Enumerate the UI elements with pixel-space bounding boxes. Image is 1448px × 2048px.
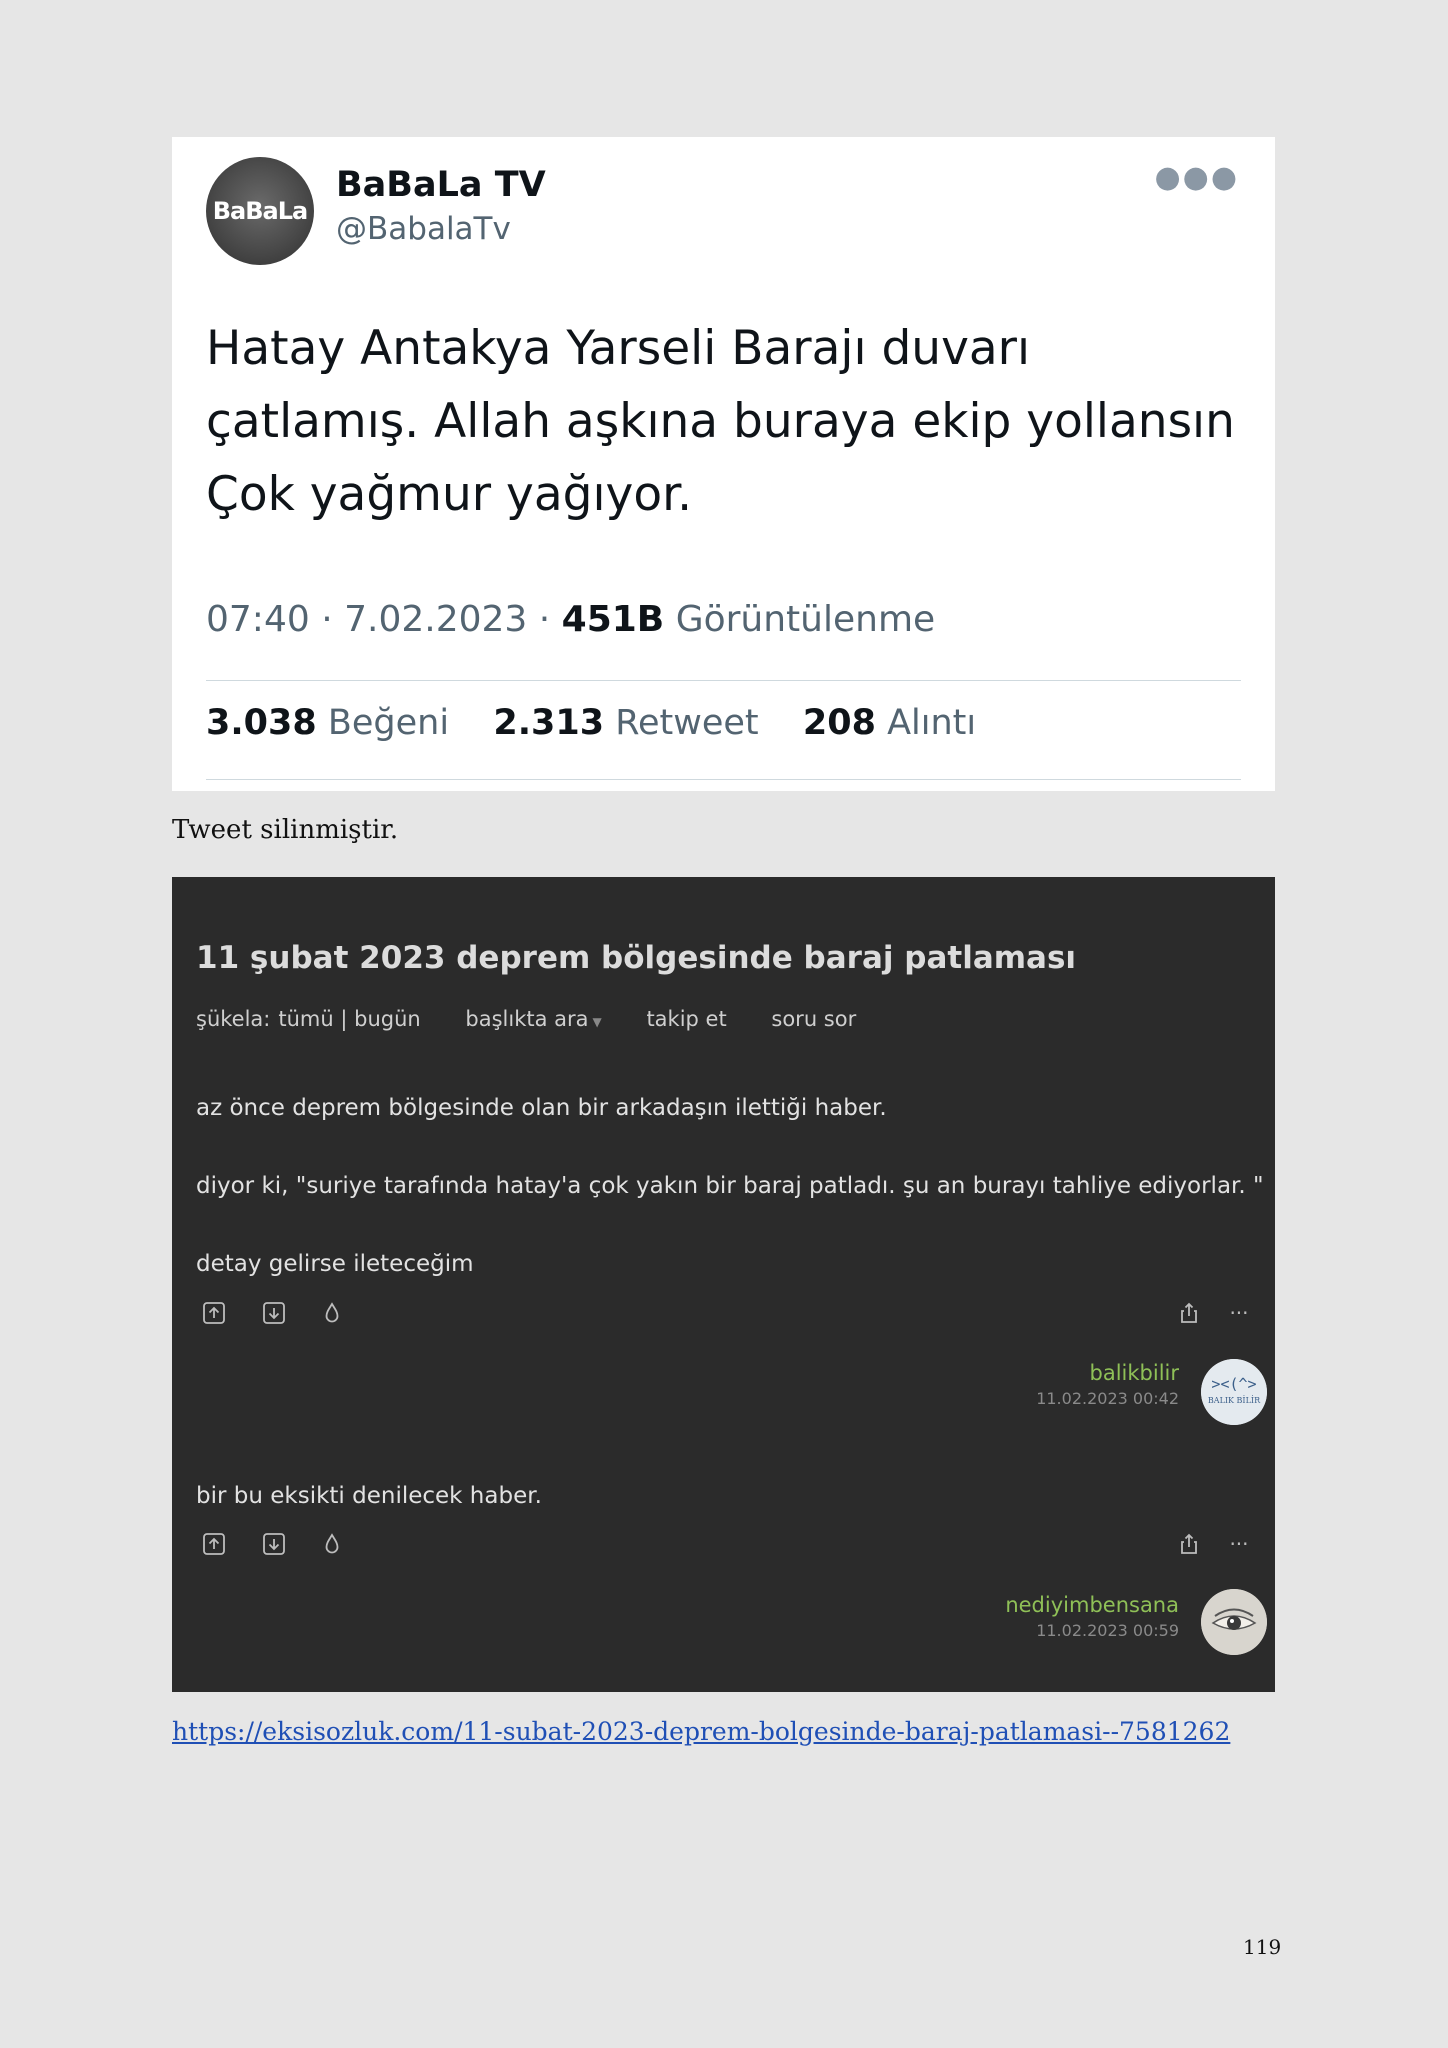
separator-dot: · [538,599,562,640]
likes-label: Beğeni [327,703,450,743]
topic-nav: şükela: tümü | bugün başlıkta ara ▼ takip … [196,1007,894,1031]
likes-count: 3.038 [206,703,317,743]
more-icon[interactable]: ··· [1227,1532,1251,1556]
topic-title[interactable]: 11 şubat 2023 deprem bölgesinde baraj pa… [196,940,1076,976]
upvote-icon[interactable] [202,1301,226,1325]
entry-paragraph: detay gelirse ileteceğim [196,1251,474,1277]
tweet-text: Hatay Antakya Yarseli Barajı duvarı çatl… [206,312,1256,531]
more-horizontal-icon[interactable]: ●●● [1154,163,1239,193]
tweet-card: BaBaLa BaBaLa TV @BabalaTv ●●● Hatay Ant… [172,137,1275,791]
separator-dot: · [321,599,345,640]
svg-text:BALIK BİLİR: BALIK BİLİR [1208,1396,1261,1405]
entry-actions: ··· [196,1532,1251,1562]
tweet-text-line: Çok yağmur yağıyor. [206,467,693,522]
follow-button[interactable]: takip et [646,1007,726,1031]
avatar-logo-text: BaBaLa [212,197,308,225]
ask-question-button[interactable]: soru sor [771,1007,856,1031]
source-link[interactable]: https://eksisozluk.com/11-subat-2023-dep… [172,1717,1230,1746]
likes-stat[interactable]: 3.038 Beğeni [206,703,460,743]
eksi-screenshot: 11 şubat 2023 deprem bölgesinde baraj pa… [172,877,1275,1692]
svg-text:><(^>: ><(^> [1211,1375,1256,1393]
page-number: 119 [1243,1935,1282,1959]
babala-avatar[interactable]: BaBaLa [206,157,314,265]
quotes-stat[interactable]: 208 Alıntı [803,703,976,743]
author-name[interactable]: nediyimbensana [1005,1593,1179,1617]
entry-author: balikbilir 11.02.2023 00:42 [1036,1361,1179,1408]
quotes-count: 208 [802,703,876,743]
tweet-text-line: çatlamış. Allah aşkına buraya ekip yolla… [206,394,1235,449]
search-in-topic-button[interactable]: başlıkta ara ▼ [465,1007,601,1031]
upvote-icon[interactable] [202,1532,226,1556]
quotes-label: Alıntı [887,703,977,743]
caret-down-icon: ▼ [592,1015,602,1029]
retweets-stat[interactable]: 2.313 Retweet [493,703,769,743]
tweet-meta: 07:40 · 7.02.2023 · 451B Görüntülenme [206,599,935,640]
entry-date[interactable]: 11.02.2023 00:59 [1005,1621,1179,1640]
tweet-time[interactable]: 07:40 [206,599,310,640]
divider [206,779,1241,780]
sukela-filter[interactable]: şükela: tümü | bugün [196,1007,427,1031]
sukela-options[interactable]: tümü | bugün [278,1007,420,1031]
tweet-stats: 3.038 Beğeni 2.313 Retweet 208 Alıntı [206,703,976,743]
tweet-text-line: Hatay Antakya Yarseli Barajı duvarı [206,321,1031,376]
share-icon[interactable] [1177,1532,1201,1556]
tweet-handle[interactable]: @BabalaTv [336,211,511,247]
share-icon[interactable] [1177,1301,1201,1325]
views-count: 451B [561,599,665,640]
views-label: Görüntülenme [675,599,936,640]
author-avatar[interactable]: ><(^> BALIK BİLİR [1201,1359,1267,1425]
sukela-label: şükela: [196,1007,271,1031]
entry-author: nediyimbensana 11.02.2023 00:59 [1005,1593,1179,1640]
entry-paragraph: bir bu eksikti denilecek haber. [196,1483,542,1509]
entry-actions: ··· [196,1301,1251,1331]
divider [206,680,1241,681]
caption: Tweet silinmiştir. [172,815,399,845]
drop-icon[interactable] [320,1301,344,1325]
author-name[interactable]: balikbilir [1036,1361,1180,1385]
entry-date[interactable]: 11.02.2023 00:42 [1036,1389,1179,1408]
retweets-count: 2.313 [493,703,605,743]
more-icon[interactable]: ··· [1227,1301,1251,1325]
entry-paragraph: az önce deprem bölgesinde olan bir arkad… [196,1095,887,1121]
tweet-date[interactable]: 7.02.2023 [344,599,527,640]
drop-icon[interactable] [320,1532,344,1556]
author-avatar[interactable] [1201,1589,1267,1655]
retweets-label: Retweet [615,703,759,743]
tweet-display-name[interactable]: BaBaLa TV [336,165,546,205]
downvote-icon[interactable] [262,1301,286,1325]
downvote-icon[interactable] [262,1532,286,1556]
search-in-topic-label: başlıkta ara [465,1007,589,1031]
entry-paragraph: diyor ki, "suriye tarafında hatay'a çok … [196,1173,1264,1199]
